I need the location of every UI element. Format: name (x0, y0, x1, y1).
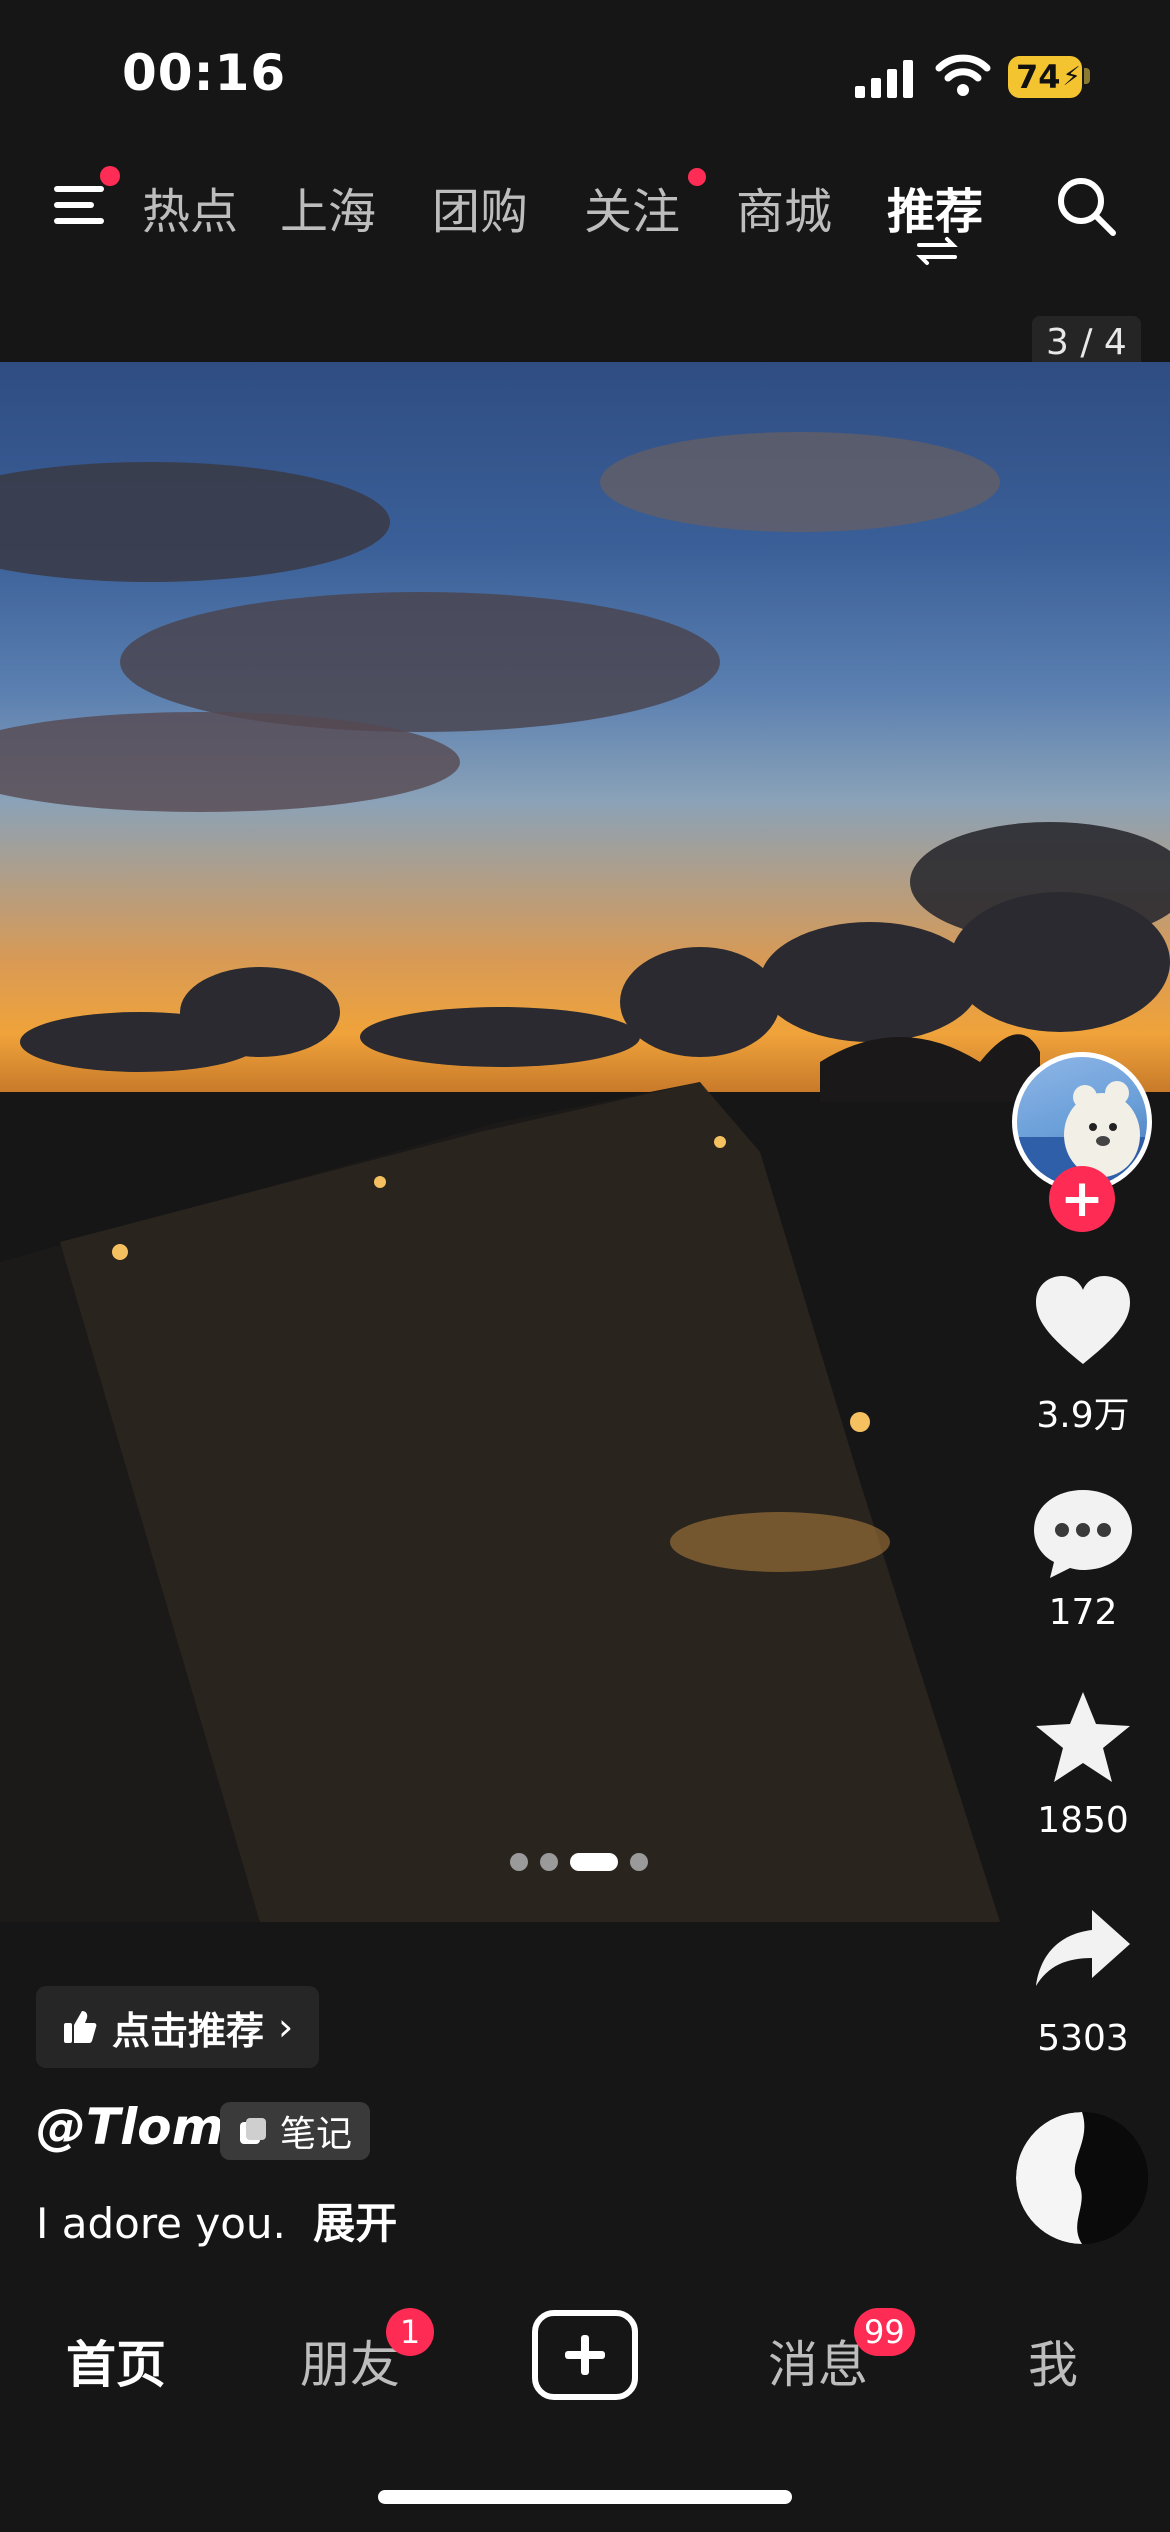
favorite-count: 1850 (1037, 1800, 1129, 1841)
note-label: 笔记 (280, 2114, 353, 2155)
home-indicator[interactable] (378, 2490, 792, 2504)
battery-indicator: 74 ⚡ (1008, 56, 1082, 98)
following-notification-dot (688, 168, 706, 186)
comment-icon[interactable] (1030, 1482, 1136, 1582)
star-icon[interactable] (1030, 1688, 1136, 1788)
note-badge: 笔记 (220, 2102, 371, 2160)
follow-button[interactable]: + (1049, 1166, 1115, 1232)
slide-dot (540, 1853, 558, 1871)
heart-icon[interactable] (1030, 1272, 1136, 1372)
recommend-label: 点击推荐 (112, 2008, 265, 2053)
menu-notification-dot (100, 166, 120, 186)
create-button[interactable] (532, 2310, 638, 2400)
plus-icon (565, 2335, 605, 2375)
share-count: 5303 (1037, 2018, 1129, 2059)
tab-following[interactable]: 关注 (584, 172, 680, 242)
tabbar-me[interactable]: 我 (1028, 2325, 1078, 2397)
author-name[interactable]: @Tloml (36, 2098, 241, 2156)
slide-dot (510, 1853, 528, 1871)
wifi-icon (935, 54, 991, 96)
tab-shanghai[interactable]: 上海 (280, 172, 376, 242)
slide-dot-active (570, 1853, 618, 1871)
search-icon[interactable] (1055, 175, 1119, 239)
charging-bolt-icon: ⚡ (1062, 62, 1081, 92)
friends-badge: 1 (386, 2308, 434, 2356)
sunset-scene-illustration (0, 432, 1170, 1922)
expand-link[interactable]: 展开 (313, 2199, 397, 2248)
messages-badge: 99 (854, 2308, 915, 2356)
like-count: 3.9万 (1036, 1395, 1130, 1436)
cellular-signal-icon (855, 60, 913, 98)
caption-text: I adore you. (36, 2199, 286, 2248)
tab-mall[interactable]: 商城 (736, 172, 832, 242)
tab-recommend[interactable]: 推荐 (887, 172, 983, 242)
slide-dot (630, 1853, 648, 1871)
battery-level: 74 (1016, 58, 1061, 96)
tabbar-messages[interactable]: 消息 (768, 2325, 868, 2397)
slide-indicator (510, 1852, 648, 1872)
tabbar-friends[interactable]: 朋友 (300, 2325, 400, 2397)
chevron-right-icon: › (278, 2005, 294, 2049)
tabbar-home[interactable]: 首页 (66, 2325, 166, 2397)
share-icon[interactable] (1030, 1900, 1136, 2000)
music-cover-image (1016, 2112, 1148, 2244)
battery-cap (1084, 68, 1090, 84)
music-disc[interactable] (1016, 2112, 1148, 2244)
status-time: 00:16 (122, 44, 287, 102)
comment-count: 172 (1048, 1592, 1118, 1633)
notes-icon (240, 2118, 266, 2144)
tab-group-buy[interactable]: 团购 (432, 172, 528, 242)
post-caption: I adore you. 展开 (36, 2190, 397, 2251)
thumbs-up-icon (64, 2011, 97, 2043)
post-image[interactable] (0, 362, 1170, 1922)
tab-hot[interactable]: 热点 (142, 172, 238, 242)
menu-icon[interactable] (52, 178, 110, 230)
recommend-chip[interactable]: 点击推荐 › (36, 1986, 320, 2068)
swap-arrows-icon (916, 237, 958, 265)
